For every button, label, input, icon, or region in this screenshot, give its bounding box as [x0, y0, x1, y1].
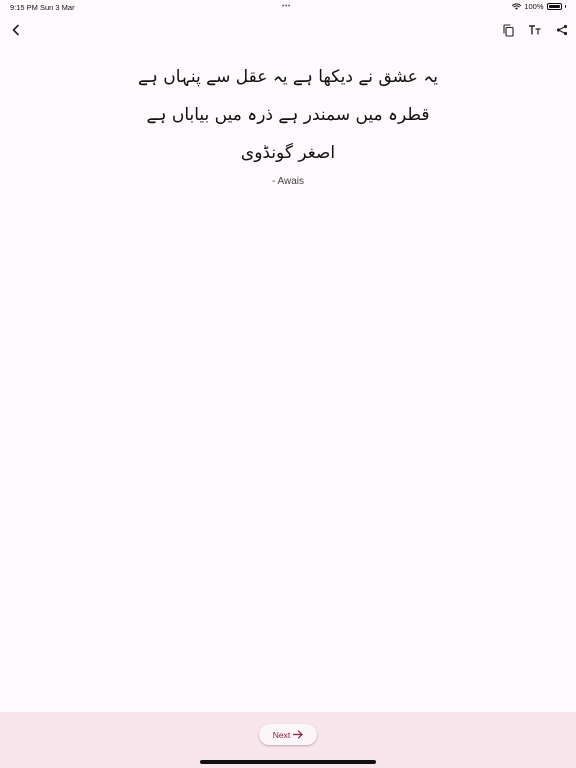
copy-button[interactable]: [496, 18, 520, 42]
home-indicator[interactable]: [200, 760, 376, 764]
toolbar: [0, 18, 576, 42]
next-label: Next: [272, 729, 291, 740]
status-indicators: 100%: [512, 2, 566, 11]
back-button[interactable]: [4, 18, 28, 42]
quote-line-1: یہ عشق نے دیکھا ہے یہ عقل سے پنہاں ہے: [137, 67, 439, 87]
next-button[interactable]: Next: [259, 724, 317, 745]
arrow-right-icon: [293, 730, 303, 739]
text-size-icon: [529, 25, 541, 35]
share-button[interactable]: [550, 18, 574, 42]
multitask-dots[interactable]: •••: [282, 3, 291, 10]
battery-tip: [564, 5, 566, 8]
status-time: 9:15 PM: [10, 3, 38, 12]
status-bar: 9:15 PM Sun 3 Mar ••• 100%: [0, 0, 576, 14]
quote-poet: اصغر گونڈوی: [240, 143, 336, 163]
share-icon: [556, 24, 568, 36]
battery-icon: [546, 3, 562, 10]
quote-card: یہ عشق نے دیکھا ہے یہ عقل سے پنہاں ہے قط…: [0, 58, 576, 189]
copy-icon: [502, 23, 514, 37]
quote-author: - Awais: [271, 176, 305, 187]
font-size-button[interactable]: [523, 18, 547, 42]
quote-line-2: قطرہ میں سمندر ہے ذرہ میں بیاباں ہے: [146, 105, 430, 125]
wifi-icon: [512, 3, 522, 10]
quote-detail-screen: 9:15 PM Sun 3 Mar ••• 100% یہ عشق نے دیک…: [0, 0, 576, 768]
bottom-bar: Next: [0, 712, 576, 768]
chevron-left-icon: [12, 24, 19, 36]
battery-percent: 100%: [524, 2, 544, 11]
status-date: Sun 3 Mar: [40, 3, 75, 12]
